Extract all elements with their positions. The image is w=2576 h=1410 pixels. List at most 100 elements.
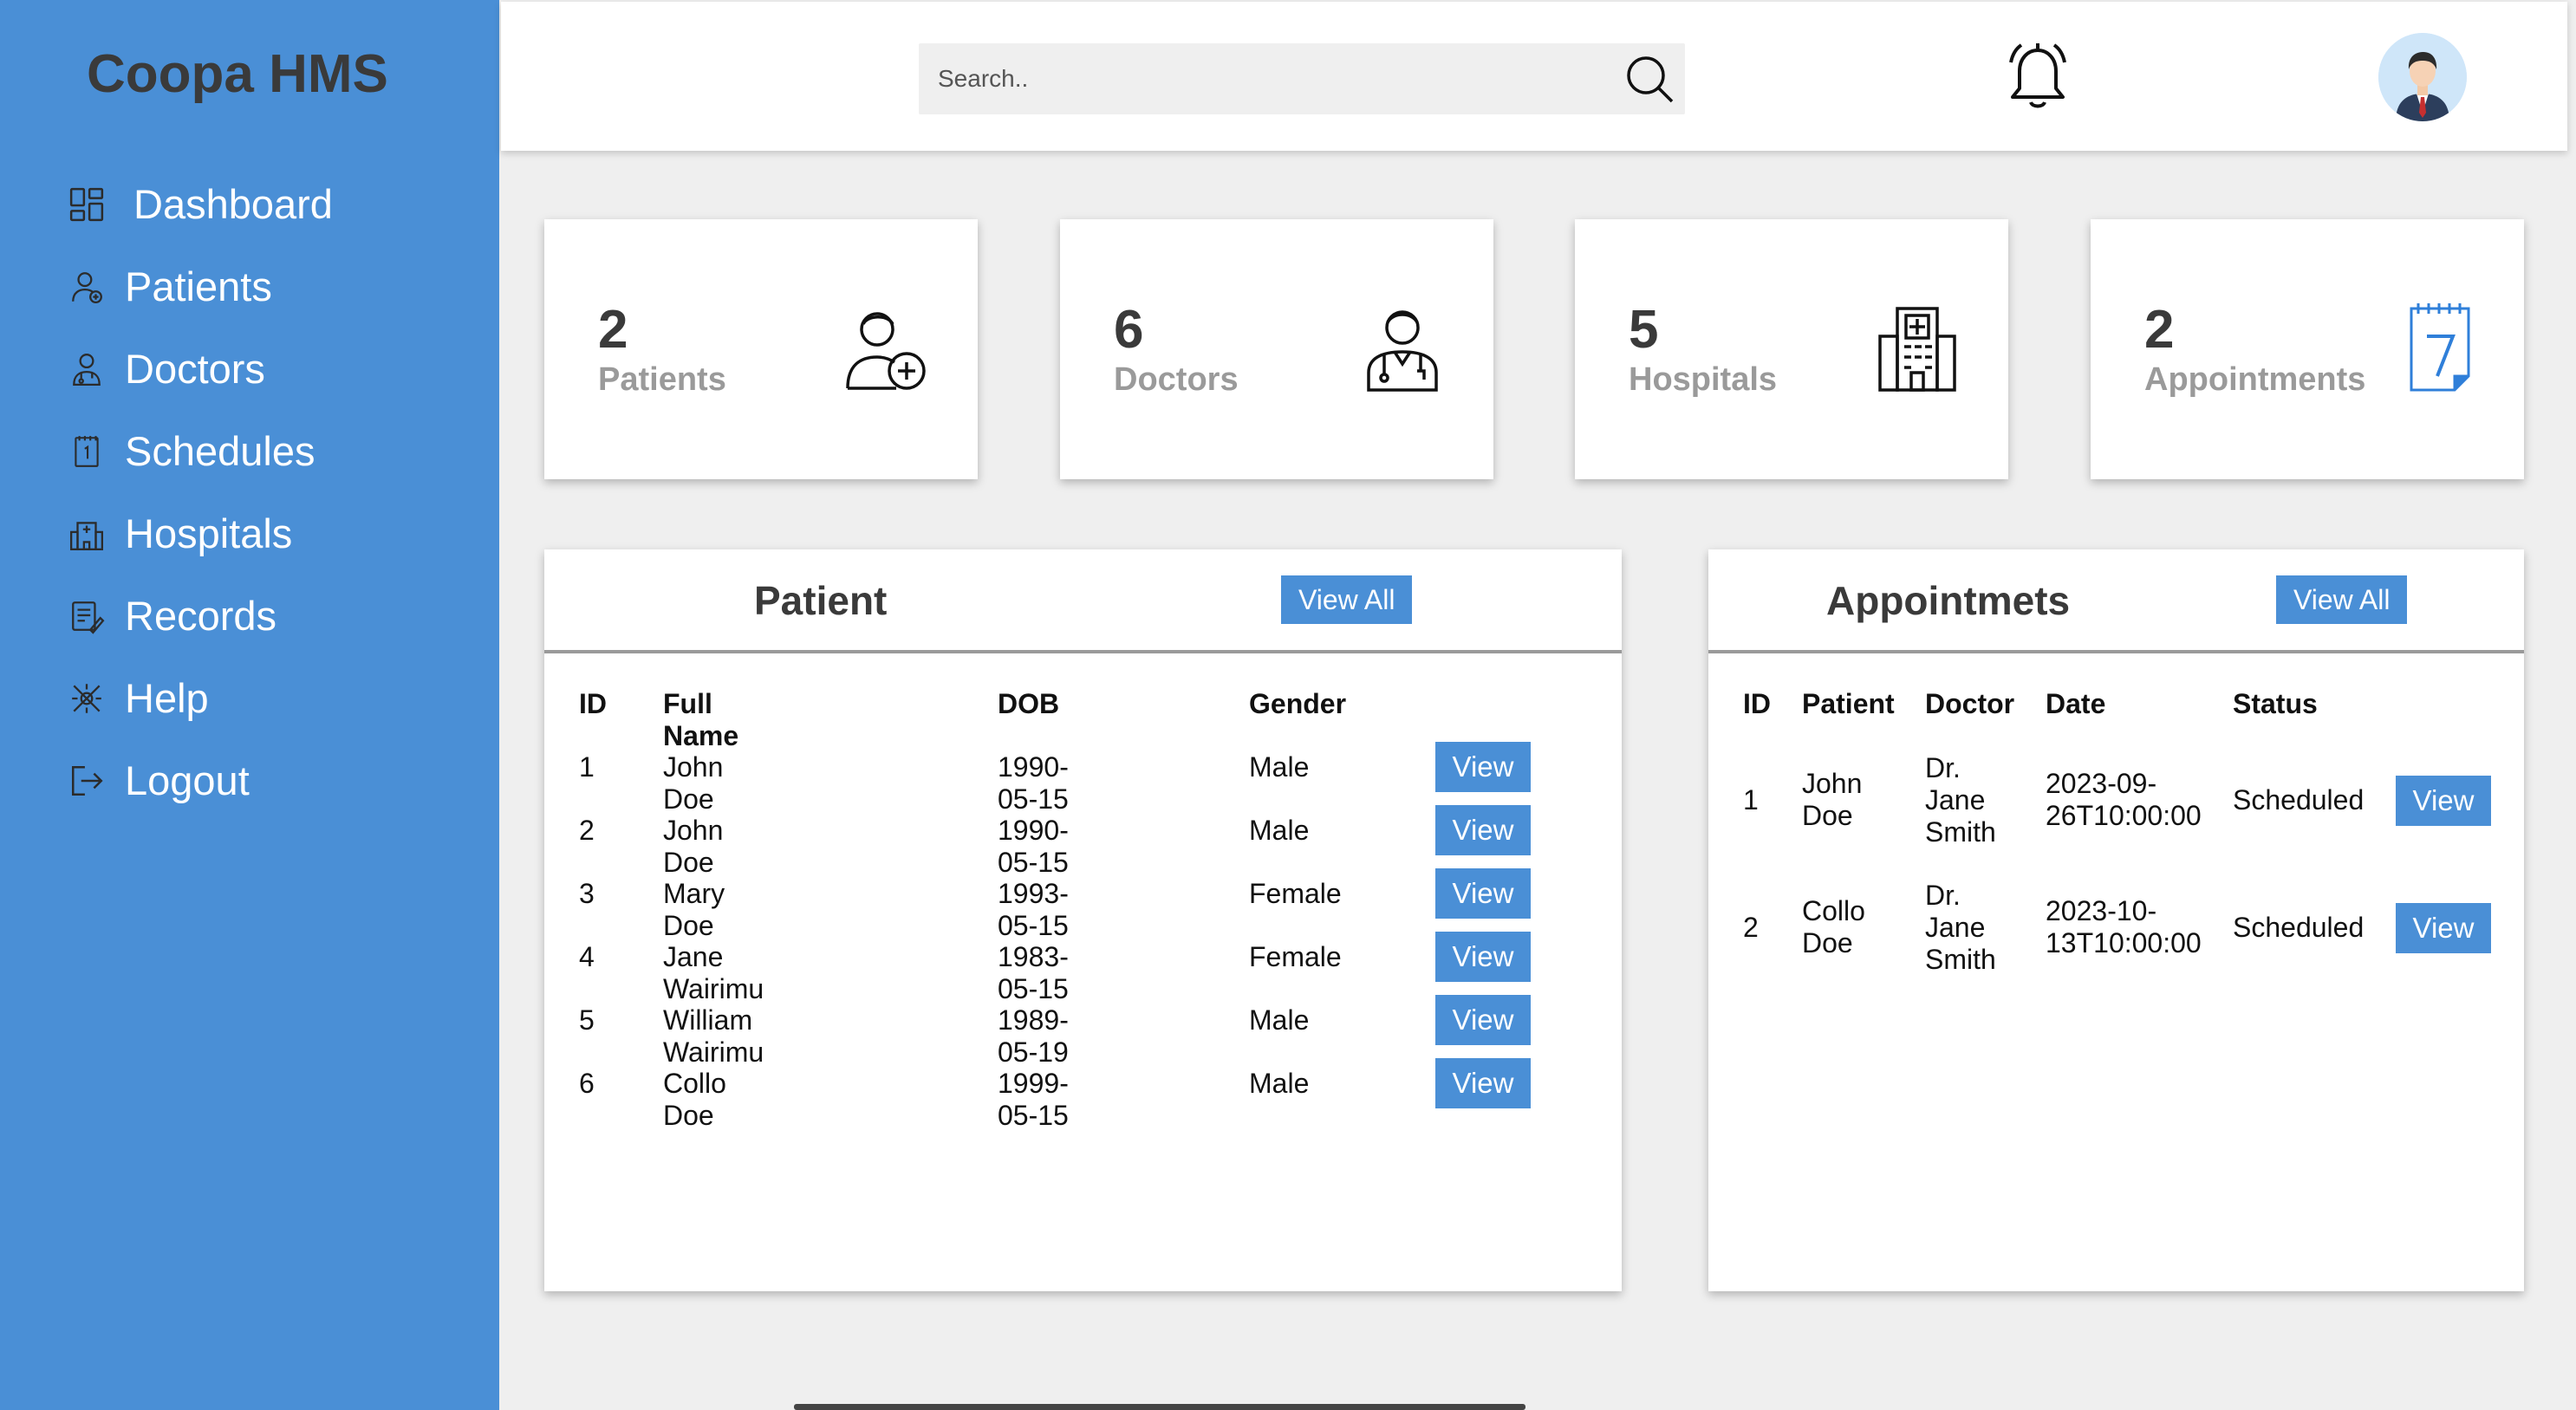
cell-id: 2 xyxy=(579,815,595,846)
patient-icon xyxy=(68,268,106,306)
horizontal-scrollbar[interactable] xyxy=(794,1404,1525,1410)
hospital-icon xyxy=(1870,302,1965,397)
stat-card-hospitals[interactable]: 5 Hospitals xyxy=(1575,219,2008,479)
patients-panel: Patient View All ID Full Name DOB Gender… xyxy=(544,549,1622,1291)
cell-name: John Doe xyxy=(663,815,724,878)
date-line: 13T10:00:00 xyxy=(2046,927,2202,958)
sidebar-item-label: Dashboard xyxy=(133,181,333,227)
doctor-icon xyxy=(1355,302,1450,397)
logout-icon xyxy=(68,762,106,800)
cell-date: 2023-09- 26T10:00:00 xyxy=(2046,768,2202,832)
sidebar-item-schedules[interactable]: Schedules xyxy=(68,410,333,492)
view-patient-button[interactable]: View xyxy=(1435,805,1531,855)
bell-icon[interactable] xyxy=(2000,36,2075,114)
avatar[interactable] xyxy=(2378,33,2467,121)
records-icon xyxy=(68,597,106,635)
cell-date: 2023-10- 13T10:00:00 xyxy=(2046,895,2202,959)
stat-card-doctors[interactable]: 6 Doctors xyxy=(1060,219,1493,479)
stat-card-appointments[interactable]: 2 Appointments xyxy=(2091,219,2524,479)
sidebar-item-label: Help xyxy=(125,675,209,721)
panel-header: Patient View All xyxy=(544,549,1622,653)
view-patient-button[interactable]: View xyxy=(1435,932,1531,982)
cell-gender: Male xyxy=(1249,1004,1310,1036)
cell-name: Jane Wairimu xyxy=(663,941,764,1004)
sidebar-item-label: Patients xyxy=(125,263,272,309)
patient-line: Collo xyxy=(1802,895,1865,926)
view-patient-button[interactable]: View xyxy=(1435,742,1531,792)
cell-dob: 1990-05-15 xyxy=(998,751,1069,815)
doctor-line: Smith xyxy=(1925,944,1996,975)
doctor-line: Jane xyxy=(1925,784,1986,815)
sidebar-item-label: Hospitals xyxy=(125,510,293,556)
topbar xyxy=(501,2,2567,151)
search-icon[interactable] xyxy=(1617,47,1682,111)
date-line: 26T10:00:00 xyxy=(2046,800,2202,831)
cell-name: John Doe xyxy=(663,751,724,815)
view-appointment-button[interactable]: View xyxy=(2396,776,2491,826)
view-patient-button[interactable]: View xyxy=(1435,868,1531,919)
dashboard-icon xyxy=(68,185,106,224)
column-header: DOB xyxy=(998,688,1060,719)
cell-name: Collo Doe xyxy=(663,1068,726,1131)
cell-dob: 1993-05-15 xyxy=(998,878,1069,941)
cell-gender: Female xyxy=(1249,878,1342,909)
column-header: Full Name xyxy=(663,688,739,751)
cell-dob: 1983-05-15 xyxy=(998,941,1069,1004)
stat-card-patients[interactable]: 2 Patients xyxy=(544,219,978,479)
column-header: ID xyxy=(1743,688,1771,719)
cell-name: Mary Doe xyxy=(663,878,725,941)
patient-line: John xyxy=(1802,768,1863,799)
sidebar-item-doctors[interactable]: Doctors xyxy=(68,328,333,410)
cell-patient: John Doe xyxy=(1802,768,1862,832)
column-header: Gender xyxy=(1249,688,1347,719)
cell-patient: Collo Doe xyxy=(1802,895,1865,959)
sidebar: Coopa HMS Dashboard Patients Doctors Sch… xyxy=(0,0,499,1410)
view-all-patients-button[interactable]: View All xyxy=(1281,575,1413,624)
cell-gender: Male xyxy=(1249,815,1310,846)
cell-id: 2 xyxy=(1743,912,1759,943)
doctor-line: Smith xyxy=(1925,816,1996,848)
patient-plus-icon xyxy=(839,302,934,397)
patient-line: Doe xyxy=(1802,800,1853,831)
cell-id: 1 xyxy=(1743,784,1759,815)
panel-header: Appointmets View All xyxy=(1708,549,2524,653)
sidebar-item-help[interactable]: Help xyxy=(68,657,333,739)
cell-id: 1 xyxy=(579,751,595,783)
sidebar-item-hospitals[interactable]: Hospitals xyxy=(68,492,333,575)
stat-label: Doctors xyxy=(1114,361,1239,398)
cell-id: 6 xyxy=(579,1068,595,1099)
doctor-line: Dr. xyxy=(1925,880,1961,911)
sidebar-item-label: Logout xyxy=(125,757,250,803)
cell-dob: 1990-05-15 xyxy=(998,815,1069,878)
column-header: ID xyxy=(579,688,607,719)
sidebar-item-label: Doctors xyxy=(125,346,265,392)
cell-id: 4 xyxy=(579,941,595,972)
date-line: 2023-10- xyxy=(2046,895,2157,926)
doctor-line: Dr. xyxy=(1925,752,1961,783)
sidebar-item-patients[interactable]: Patients xyxy=(68,245,333,328)
sidebar-item-records[interactable]: Records xyxy=(68,575,333,657)
patient-line: Doe xyxy=(1802,927,1853,958)
cell-doctor: Dr. Jane Smith xyxy=(1925,752,1996,848)
cell-id: 5 xyxy=(579,1004,595,1036)
column-header: Patient xyxy=(1802,688,1895,719)
stat-label: Appointments xyxy=(2144,361,2366,398)
search-input[interactable] xyxy=(919,43,1603,114)
appointments-panel: Appointmets View All ID Patient Doctor D… xyxy=(1708,549,2524,1291)
stat-count: 5 xyxy=(1629,300,1659,360)
view-all-appointments-button[interactable]: View All xyxy=(2276,575,2408,624)
date-line: 2023-09- xyxy=(2046,768,2157,799)
cell-gender: Male xyxy=(1249,1068,1310,1099)
brand-logo: Coopa HMS xyxy=(87,44,388,104)
panel-title: Appointmets xyxy=(1826,578,2071,623)
sidebar-item-dashboard[interactable]: Dashboard xyxy=(68,163,333,245)
column-header: Status xyxy=(2233,688,2318,719)
sidebar-item-logout[interactable]: Logout xyxy=(68,739,333,822)
stat-label: Hospitals xyxy=(1629,361,1778,398)
view-appointment-button[interactable]: View xyxy=(2396,903,2491,953)
view-patient-button[interactable]: View xyxy=(1435,995,1531,1045)
view-patient-button[interactable]: View xyxy=(1435,1058,1531,1108)
cell-gender: Female xyxy=(1249,941,1342,972)
sidebar-item-label: Schedules xyxy=(125,428,315,474)
sidebar-nav: Dashboard Patients Doctors Schedules Hos… xyxy=(68,163,333,822)
